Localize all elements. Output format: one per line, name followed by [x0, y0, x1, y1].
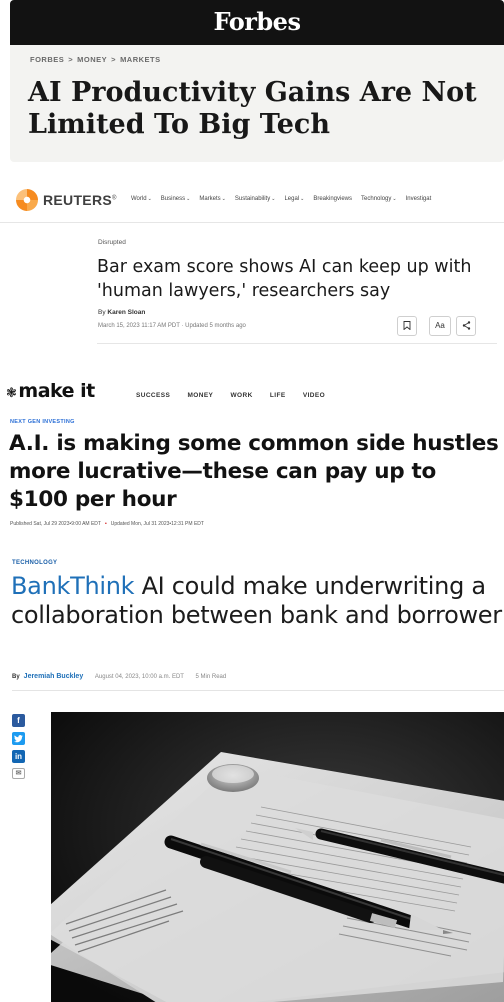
- makeit-kicker[interactable]: NEXT GEN INVESTING: [10, 419, 75, 425]
- reuters-nav-label: Sustainability: [234, 196, 271, 202]
- forbes-headline: AI Productivity Gains Are Not Limited To…: [28, 77, 477, 140]
- banker-date: August 04, 2023, 10:00 a.m. EDT: [94, 674, 184, 680]
- pens-on-contract-image: [51, 712, 504, 1002]
- peacock-icon: ❃: [6, 386, 17, 401]
- makeit-logo[interactable]: ❃ make it: [6, 380, 95, 402]
- reuters-author-link[interactable]: Karen Sloan: [107, 309, 145, 316]
- bookmark-button[interactable]: [397, 316, 417, 336]
- forbes-article-card: Forbes FORBES > MONEY > MARKETS AI Productiv…: [10, 0, 504, 162]
- nav-item-success[interactable]: SUCCESS: [136, 392, 170, 399]
- reuters-nav-item-1[interactable]: Business⌄: [161, 196, 191, 202]
- reuters-nav-label: Business: [160, 196, 186, 202]
- reuters-nav-item-7[interactable]: Investigat: [406, 196, 432, 202]
- byline-prefix: By: [98, 309, 106, 316]
- breadcrumb-item-markets[interactable]: MARKETS: [120, 55, 161, 64]
- bankthink-label[interactable]: BankThink: [11, 572, 135, 600]
- reuters-nav-item-5[interactable]: Breakingviews: [313, 196, 352, 202]
- forbes-header-bar: Forbes: [10, 0, 504, 45]
- breadcrumb-separator: >: [68, 55, 74, 64]
- reuters-nav: World⌄ Business⌄ Markets⌄ Sustainability⌄ Le…: [131, 196, 440, 202]
- byline-prefix: By: [12, 674, 20, 680]
- forbes-logo[interactable]: Forbes: [10, 7, 504, 36]
- nav-item-work[interactable]: WORK: [231, 392, 253, 399]
- chevron-down-icon: ⌄: [221, 196, 226, 202]
- reuters-nav-item-6[interactable]: Technology⌄: [361, 196, 397, 202]
- makeit-timestamps: Published Sat, Jul 29 2023•9:00 AM EDT • U…: [10, 521, 204, 527]
- linkedin-share-icon[interactable]: in: [12, 750, 25, 763]
- share-icon: [462, 321, 470, 330]
- banker-headline: BankThink AI could make underwriting a c…: [11, 572, 504, 630]
- reuters-nav-item-2[interactable]: Markets⌄: [199, 196, 226, 202]
- reuters-nav-label: Markets: [199, 196, 221, 202]
- reuters-byline: By Karen Sloan: [98, 309, 145, 316]
- divider: [12, 690, 504, 691]
- banker-kicker[interactable]: TECHNOLOGY: [12, 560, 57, 566]
- reuters-nav-label: Legal: [284, 196, 300, 202]
- chevron-down-icon: ⌄: [186, 196, 191, 202]
- read-time: 5 Min Read: [195, 674, 227, 680]
- makeit-nav: SUCCESS MONEY WORK LIFE VIDEO: [136, 392, 340, 399]
- reuters-headline: Bar exam score shows AI can keep up with…: [97, 257, 472, 301]
- nav-item-money[interactable]: MONEY: [187, 392, 213, 399]
- reuters-nav-item-0[interactable]: World⌄: [131, 196, 152, 202]
- nav-item-video[interactable]: VIDEO: [303, 392, 325, 399]
- reuters-kicker[interactable]: Disrupted: [98, 239, 126, 246]
- divider: [0, 222, 504, 223]
- breadcrumb-item-money[interactable]: MONEY: [77, 55, 107, 64]
- chevron-down-icon: ⌄: [271, 196, 276, 202]
- banker-byline: By Jeremiah Buckley August 04, 2023, 10:0…: [12, 673, 226, 680]
- chevron-down-icon: ⌄: [147, 196, 152, 202]
- twitter-bird-icon: [14, 734, 23, 742]
- registered-mark: ®: [112, 195, 117, 202]
- published-time: Published Sat, Jul 29 2023•9:00 AM EDT: [10, 521, 101, 527]
- twitter-share-icon[interactable]: [12, 732, 25, 745]
- breadcrumb-item-forbes[interactable]: FORBES: [30, 55, 64, 64]
- chevron-down-icon: ⌄: [392, 196, 397, 202]
- reuters-nav-item-4[interactable]: Legal⌄: [284, 196, 304, 202]
- updated-time: Updated Mon, Jul 31 2023•12:31 PM EDT: [110, 521, 204, 527]
- share-rail: f in ✉: [12, 714, 26, 784]
- reuters-nav-label: Investigat: [405, 196, 432, 202]
- article-photo: [51, 712, 504, 1002]
- makeit-headline: A.I. is making some common side hustles …: [9, 431, 499, 512]
- reuters-nav-label: Breakingviews: [313, 196, 353, 202]
- breadcrumb-separator: >: [111, 55, 117, 64]
- reuters-nav-item-3[interactable]: Sustainability⌄: [235, 196, 276, 202]
- nav-item-life[interactable]: LIFE: [270, 392, 286, 399]
- meta-separator: •: [104, 521, 107, 527]
- makeit-wordmark: make it: [18, 380, 95, 402]
- bookmark-icon: [403, 321, 411, 331]
- divider: [97, 343, 497, 344]
- share-button[interactable]: [456, 316, 476, 336]
- reuters-nav-label: World: [131, 196, 147, 202]
- reuters-nav-label: Technology: [361, 196, 392, 202]
- banker-author-link[interactable]: Jeremiah Buckley: [24, 673, 84, 680]
- reuters-wordmark: REUTERS: [43, 192, 112, 208]
- reuters-timestamp: March 15, 2023 11:17 AM PDT · Updated 5 …: [98, 323, 246, 329]
- email-share-icon[interactable]: ✉: [12, 768, 25, 779]
- chevron-down-icon: ⌄: [300, 196, 305, 202]
- breadcrumb: FORBES > MONEY > MARKETS: [30, 55, 161, 64]
- text-size-button[interactable]: Aa: [429, 316, 451, 336]
- reuters-logo-icon: [16, 189, 38, 211]
- facebook-share-icon[interactable]: f: [12, 714, 25, 727]
